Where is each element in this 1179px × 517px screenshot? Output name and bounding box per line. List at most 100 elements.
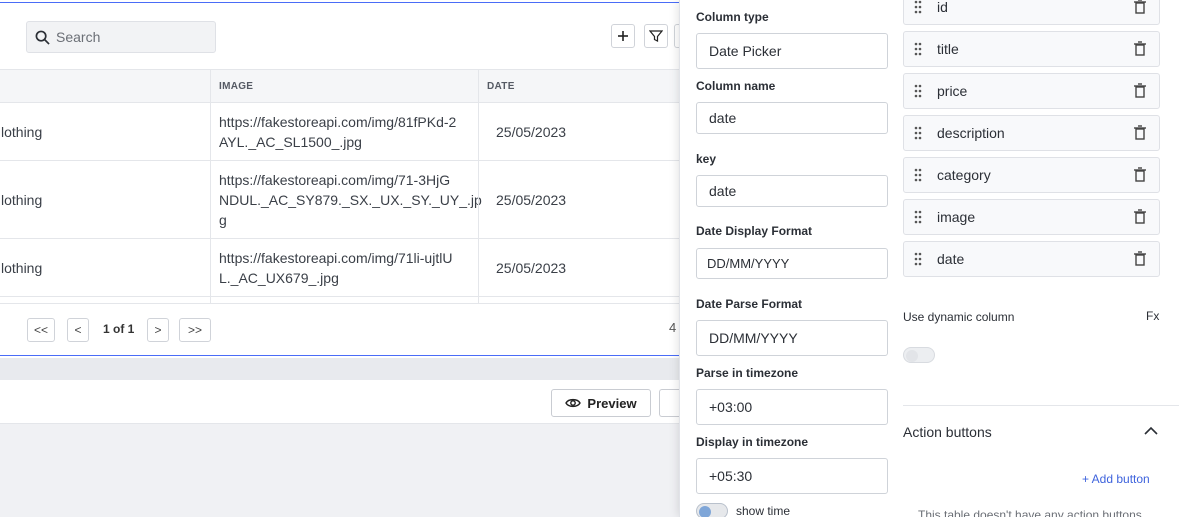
drag-handle-icon[interactable] (914, 126, 922, 140)
trash-icon[interactable] (1133, 251, 1147, 267)
column-type-select[interactable]: Date Picker (696, 33, 888, 69)
toggle-knob (699, 506, 711, 517)
column-name-label: Column name (696, 79, 776, 93)
chevron-up-icon[interactable] (1144, 426, 1158, 436)
table-header: Y IMAGE DATE (0, 69, 695, 103)
parse-timezone-select[interactable]: +03:00 (696, 389, 888, 425)
date-parse-format-label: Date Parse Format (696, 297, 803, 311)
drag-handle-icon[interactable] (914, 84, 922, 98)
drag-handle-icon[interactable] (914, 0, 922, 14)
column-list-item-label: description (937, 125, 1005, 141)
column-list-item[interactable]: description (903, 115, 1160, 151)
key-input[interactable]: date (696, 175, 888, 207)
prev-page-button[interactable]: < (67, 318, 89, 342)
date-cell: 25/05/2023 (496, 191, 567, 208)
column-list-item[interactable]: price (903, 73, 1160, 109)
first-page-button[interactable]: << (27, 318, 55, 342)
image-cell-line: https://fakestoreapi.com/img/81fPKd-2 (219, 113, 457, 130)
page-indicator: 1 of 1 (103, 322, 135, 336)
empty-actions-text: This table doesn't have any action butto… (918, 508, 1142, 517)
column-list-item[interactable]: image (903, 199, 1160, 235)
preview-label: Preview (587, 395, 637, 411)
image-cell-line: https://fakestoreapi.com/img/71li-ujtlU (219, 249, 453, 266)
filter-button[interactable] (644, 24, 668, 48)
trash-icon[interactable] (1133, 83, 1147, 99)
eye-icon (565, 398, 582, 408)
column-header-category[interactable]: Y (0, 70, 207, 103)
canvas-strip (0, 358, 700, 380)
table-row[interactable]: lothing https://fakestoreapi.com/img/71-… (0, 161, 695, 239)
display-timezone-label: Display in timezone (696, 435, 809, 449)
trash-icon[interactable] (1133, 0, 1147, 15)
trash-icon[interactable] (1133, 125, 1147, 141)
image-cell: https://fakestoreapi.com/img/81fPKd-2 AY… (219, 103, 475, 160)
trash-icon[interactable] (1133, 41, 1147, 57)
pagination: << < 1 of 1 > >> 4 (0, 303, 695, 355)
date-display-format-input[interactable]: DD/MM/YYYY (696, 248, 888, 279)
column-list-item[interactable]: date (903, 241, 1160, 277)
trash-icon[interactable] (1133, 209, 1147, 225)
section-divider (903, 405, 1179, 406)
image-cell-line: L._AC_UX679_.jpg (219, 269, 339, 286)
column-list-item[interactable]: category (903, 157, 1160, 193)
dynamic-column-label: Use dynamic column (903, 310, 1015, 324)
date-cell: 25/05/2023 (496, 259, 567, 276)
column-divider[interactable] (210, 69, 211, 303)
column-list-item[interactable]: id (903, 0, 1160, 25)
image-cell-line: https://fakestoreapi.com/img/71-3HjG (219, 171, 451, 188)
date-display-format-label: Date Display Format (696, 224, 813, 238)
column-list-item-label: title (937, 41, 959, 57)
image-cell-line: AYL._AC_SL1500_.jpg (219, 133, 362, 150)
plus-icon (618, 31, 628, 41)
column-header-image[interactable]: IMAGE (211, 70, 479, 103)
column-type-label: Column type (696, 10, 769, 24)
drag-handle-icon[interactable] (914, 168, 922, 182)
fx-button[interactable]: Fx (1146, 309, 1159, 323)
drag-handle-icon[interactable] (914, 252, 922, 266)
filter-icon (649, 30, 663, 42)
preview-button[interactable]: Preview (551, 389, 651, 417)
drag-handle-icon[interactable] (914, 42, 922, 56)
date-parse-format-input[interactable]: DD/MM/YYYY (696, 320, 888, 356)
add-row-button[interactable] (611, 24, 635, 48)
search-icon (35, 30, 50, 45)
column-popover: Column type Date Picker Column name date… (679, 0, 903, 517)
date-cell: 25/05/2023 (496, 123, 567, 140)
column-list-item[interactable]: title (903, 31, 1160, 67)
column-list-item-label: image (937, 209, 976, 225)
category-cell: lothing (1, 259, 43, 276)
dynamic-column-toggle[interactable] (903, 347, 935, 363)
column-list-item-label: category (937, 167, 991, 183)
image-cell: https://fakestoreapi.com/img/71-3HjG NDU… (219, 161, 482, 238)
record-count: 4 (669, 320, 677, 335)
show-time-toggle[interactable] (696, 503, 728, 517)
canvas-bottom (0, 424, 700, 517)
category-cell: lothing (1, 191, 43, 208)
column-list-item-label: id (937, 0, 948, 15)
column-divider[interactable] (478, 69, 479, 303)
column-list-item-label: price (937, 83, 968, 99)
category-cell: lothing (1, 123, 43, 140)
column-name-input[interactable]: date (696, 102, 888, 134)
action-buttons-title: Action buttons (903, 424, 992, 440)
add-button-link[interactable]: + Add button (1082, 472, 1150, 486)
column-list-item-label: date (937, 251, 965, 267)
last-page-button[interactable]: >> (179, 318, 211, 342)
key-label: key (696, 152, 717, 166)
parse-timezone-label: Parse in timezone (696, 366, 799, 380)
image-cell-line: g (219, 211, 227, 228)
show-time-label: show time (736, 504, 791, 517)
image-cell-line: NDUL._AC_SY879._SX._UX._SY._UY_.jp (219, 191, 482, 208)
table-row[interactable]: lothing https://fakestoreapi.com/img/81f… (0, 103, 695, 161)
search-input[interactable] (56, 29, 196, 45)
display-timezone-select[interactable]: +05:30 (696, 458, 888, 494)
toggle-knob (906, 350, 918, 362)
table-row[interactable]: lothing https://fakestoreapi.com/img/71l… (0, 239, 695, 297)
search-box[interactable] (26, 21, 216, 53)
column-header-date[interactable]: DATE (479, 70, 695, 103)
image-cell: https://fakestoreapi.com/img/71li-ujtlU … (219, 239, 475, 296)
next-page-button[interactable]: > (147, 318, 169, 342)
drag-handle-icon[interactable] (914, 210, 922, 224)
table-widget[interactable]: Y IMAGE DATE lothing https://fakestoreap… (0, 2, 696, 356)
trash-icon[interactable] (1133, 167, 1147, 183)
